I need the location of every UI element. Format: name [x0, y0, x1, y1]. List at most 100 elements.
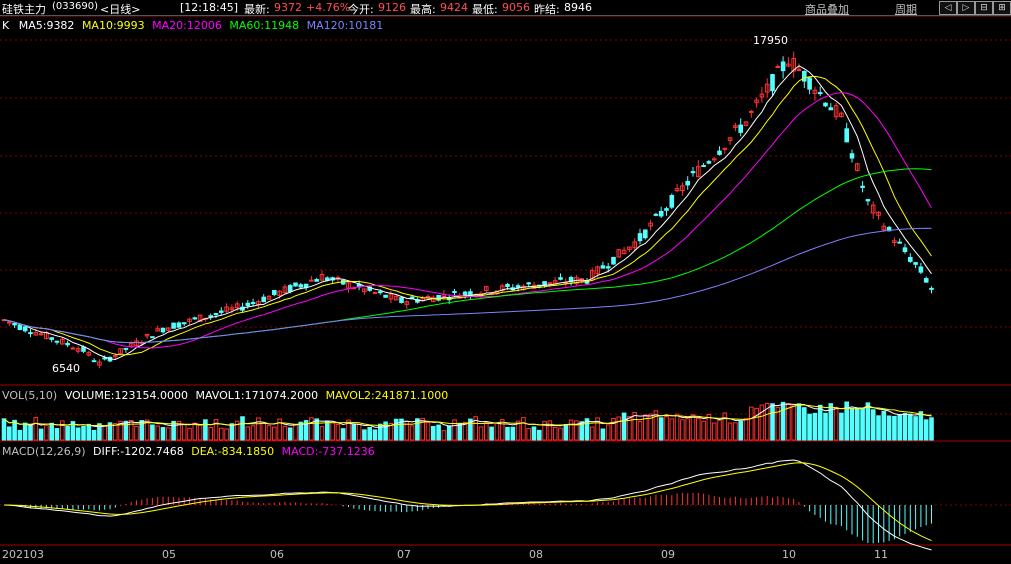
volume-bar [266, 425, 272, 441]
volume-bar [839, 412, 844, 441]
volume-bar [309, 417, 314, 441]
zoom-in-icon[interactable]: ⊞ [993, 1, 1011, 15]
candle-body [28, 332, 33, 335]
volume-bar [54, 428, 60, 441]
volume-bar [929, 417, 934, 441]
candle-body [643, 229, 648, 239]
open-label: 今开: [348, 3, 374, 16]
low-price: 9056 [502, 1, 530, 14]
volume-bar [918, 411, 924, 441]
candle-body [399, 297, 404, 303]
candle-body [22, 326, 28, 332]
volume-bar [409, 425, 415, 441]
candle-body [865, 199, 871, 202]
volume-bar [568, 419, 574, 441]
volume-bar [91, 429, 97, 441]
candle-body [54, 340, 60, 343]
candle-body [505, 283, 510, 287]
candle-body [860, 185, 865, 188]
candle-body [897, 241, 903, 244]
volume-bar [431, 425, 436, 441]
volume-bar [192, 422, 198, 441]
volume-bar [664, 416, 669, 441]
candle-body [181, 322, 187, 325]
ma20-value: MA20:12006 [152, 19, 222, 32]
candle-body [261, 296, 266, 303]
mavol2-value: MAVOL2:241871.1000 [325, 389, 449, 402]
candle-body [372, 291, 378, 294]
candle-body [929, 287, 934, 290]
ma10-value: MA10:9993 [81, 19, 145, 32]
volume-bar [674, 413, 680, 441]
volume-bar [203, 419, 208, 441]
open-price: 9126 [378, 1, 406, 14]
candle-body [335, 276, 341, 279]
candle-body [298, 284, 304, 288]
zoom-out-icon[interactable]: ⊟ [975, 1, 993, 15]
volume-bar [701, 420, 706, 441]
price-pane [1, 51, 934, 369]
ma10-line [3, 75, 932, 356]
x-axis-label: 08 [529, 548, 543, 561]
ma20-line [3, 92, 932, 349]
candle-body [738, 124, 744, 133]
volume-bar [722, 412, 728, 441]
x-axis-label: 202103 [2, 548, 44, 561]
candle-body [923, 278, 929, 283]
volume-bar [38, 428, 44, 441]
scroll-left-icon[interactable]: ◁ [939, 1, 957, 15]
candle-body [38, 333, 44, 336]
volume-bar [245, 426, 251, 441]
prev-settle-label: 昨结: [534, 3, 560, 16]
volume-bar [102, 425, 108, 441]
volume-bar [335, 423, 341, 441]
candle-body [425, 295, 431, 298]
volume-bar [908, 413, 913, 441]
volume-bar [155, 425, 160, 441]
volume-bar [886, 415, 892, 441]
volume-bar [494, 422, 500, 441]
volume-bar [738, 420, 744, 441]
volume-bar [219, 427, 224, 441]
scroll-right-icon[interactable]: ▷ [957, 1, 975, 15]
candle-body [436, 294, 441, 301]
volume-bar [425, 421, 431, 441]
volume-bar [521, 417, 526, 441]
candle-body [17, 324, 23, 330]
candle-body [547, 282, 553, 285]
volume-bar [733, 422, 738, 441]
candle-body [314, 279, 319, 282]
candle-body [452, 290, 457, 293]
last-price-label: 最新: [244, 3, 270, 16]
volume-bar [796, 403, 802, 441]
volume-bar [621, 412, 627, 441]
candle-body [123, 347, 129, 350]
volume-bar [446, 425, 452, 441]
volume-bar [807, 413, 812, 441]
candle-body [293, 282, 298, 287]
candle-body [918, 266, 924, 273]
candle-body [600, 265, 606, 269]
volume-bar [393, 418, 399, 441]
volume-bar [86, 423, 92, 441]
volume-bar [383, 421, 388, 441]
volume-bar [484, 422, 489, 441]
overlay-commodity-button[interactable]: 商品叠加 [805, 1, 849, 16]
volume-bar [537, 429, 542, 441]
volume-bar [478, 426, 484, 441]
volume-bar [717, 420, 722, 441]
candle-body [844, 128, 850, 143]
volume-bar [754, 407, 759, 441]
period-button[interactable]: 周期 [895, 1, 917, 16]
kline-label: K [2, 19, 10, 32]
volume-bar [113, 423, 118, 441]
candle-body [690, 171, 696, 174]
volume-bar [128, 420, 134, 441]
volume-bar [531, 426, 537, 441]
x-axis-label: 05 [162, 548, 176, 561]
volume-bar [229, 423, 235, 441]
x-axis-label: 06 [270, 548, 284, 561]
volume-bar [340, 428, 346, 441]
kline-chart[interactable] [0, 0, 1011, 564]
macd-value: MACD:-737.1236 [281, 445, 375, 458]
